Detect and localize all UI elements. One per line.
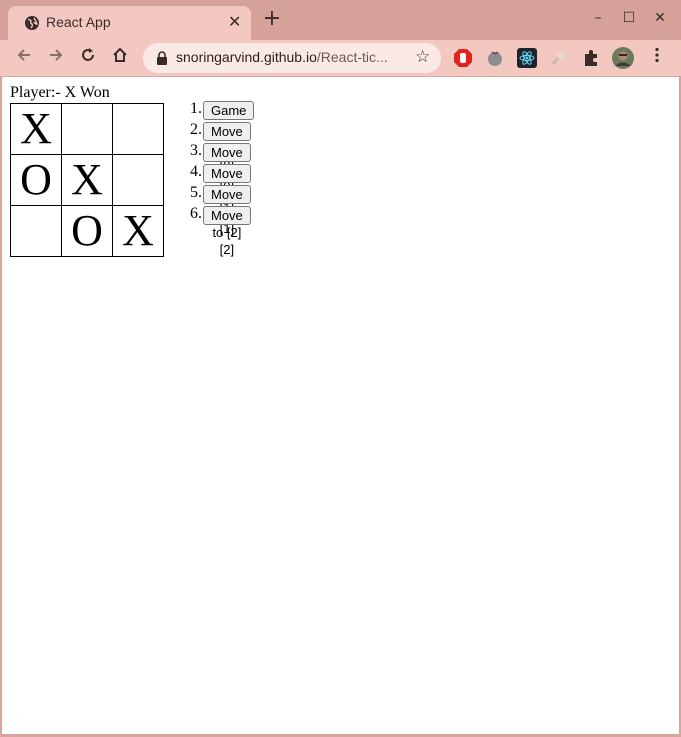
page-content: Player:- X Won X O X O X 1.Game start 2.… bbox=[2, 77, 679, 734]
move-button[interactable]: Move to [2][2] bbox=[203, 206, 251, 257]
minimize-icon[interactable]: – bbox=[588, 8, 608, 28]
adblock-extension-icon[interactable] bbox=[453, 48, 473, 68]
url-host: snoringarvind.github.io bbox=[176, 49, 317, 65]
tomato-extension-icon[interactable] bbox=[485, 48, 505, 68]
address-bar[interactable]: snoringarvind.github.io/React-tic... ☆ bbox=[143, 43, 441, 73]
game-status: Player:- X Won bbox=[10, 84, 110, 101]
tab-close-icon[interactable]: ✕ bbox=[228, 13, 241, 31]
move-number: 4. bbox=[190, 163, 202, 180]
board-cell[interactable]: O bbox=[61, 205, 113, 257]
extensions-puzzle-icon[interactable] bbox=[581, 48, 601, 68]
browser-window: React App ✕ + – ☐ ✕ snoringarvind.github… bbox=[0, 0, 681, 737]
maximize-icon[interactable]: ☐ bbox=[619, 8, 639, 28]
move-button[interactable]: Move to [2][1] bbox=[203, 185, 251, 236]
back-icon[interactable] bbox=[12, 46, 36, 70]
globe-icon bbox=[25, 16, 39, 30]
browser-toolbar: snoringarvind.github.io/React-tic... ☆ bbox=[0, 40, 681, 76]
board-cell[interactable] bbox=[61, 103, 113, 155]
url-path: /React-tic... bbox=[316, 49, 388, 65]
url-text: snoringarvind.github.io/React-tic... bbox=[176, 49, 388, 65]
board-cell[interactable]: O bbox=[10, 154, 62, 206]
eyedropper-extension-icon[interactable] bbox=[549, 48, 569, 68]
profile-avatar[interactable] bbox=[612, 47, 634, 69]
move-button[interactable]: Move to [1][1] bbox=[203, 164, 251, 215]
board-cell[interactable] bbox=[112, 103, 164, 155]
board-cell[interactable]: X bbox=[112, 205, 164, 257]
new-tab-icon[interactable]: + bbox=[262, 8, 282, 30]
game-board: X O X O X bbox=[10, 103, 164, 257]
board-cell[interactable] bbox=[10, 205, 62, 257]
tab-title: React App bbox=[46, 14, 111, 30]
react-devtools-icon[interactable] bbox=[517, 48, 537, 68]
board-cell[interactable]: X bbox=[61, 154, 113, 206]
move-number: 5. bbox=[190, 184, 202, 201]
board-cell[interactable] bbox=[112, 154, 164, 206]
forward-icon[interactable] bbox=[44, 46, 68, 70]
lock-icon bbox=[157, 51, 167, 65]
move-button[interactable]: Game start bbox=[203, 101, 255, 135]
move-number: 1. bbox=[190, 100, 202, 117]
move-number: 3. bbox=[190, 142, 202, 159]
home-icon[interactable] bbox=[108, 46, 132, 70]
move-button[interactable]: Move to [0][0] bbox=[203, 122, 251, 173]
move-number: 2. bbox=[190, 121, 202, 138]
bookmark-star-icon[interactable]: ☆ bbox=[415, 47, 430, 67]
close-window-icon[interactable]: ✕ bbox=[650, 8, 670, 28]
tab-strip: React App ✕ + – ☐ ✕ bbox=[0, 0, 681, 40]
tab-react-app[interactable]: React App ✕ bbox=[8, 6, 251, 40]
reload-icon[interactable] bbox=[76, 46, 100, 70]
board-cell[interactable]: X bbox=[10, 103, 62, 155]
move-number: 6. bbox=[190, 205, 202, 222]
menu-kebab-icon[interactable] bbox=[645, 46, 669, 70]
move-button[interactable]: Move to [1][0] bbox=[203, 143, 251, 194]
